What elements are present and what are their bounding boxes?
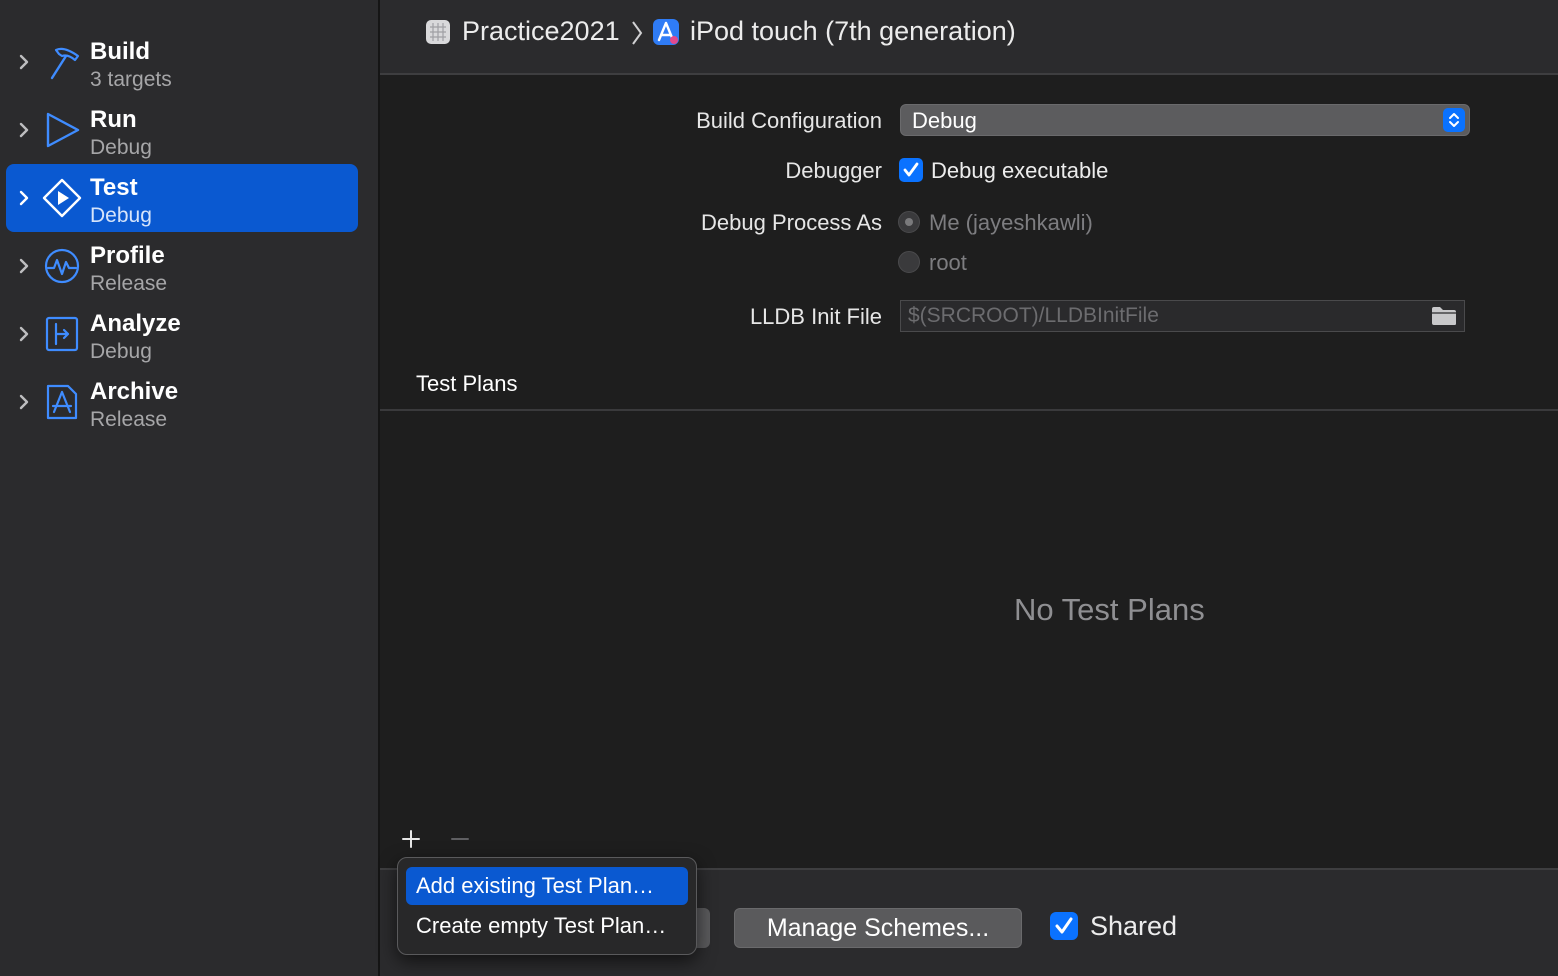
sidebar-item-subtitle: Release (90, 408, 168, 431)
radio-root-label: root (929, 250, 967, 275)
breadcrumb-destination[interactable]: iPod touch (7th generation) (690, 16, 1016, 47)
sidebar-item-test[interactable]: Test Debug (6, 164, 358, 232)
menu-item-add-existing[interactable]: Add existing Test Plan… (406, 867, 688, 905)
menu-item-label: Add existing Test Plan… (416, 873, 655, 898)
debug-process-as-label: Debug Process As (701, 210, 882, 235)
debug-executable-label: Debug executable (931, 158, 1109, 183)
sidebar-item-analyze[interactable]: Analyze Debug (6, 300, 358, 368)
sidebar-item-subtitle: Debug (90, 340, 152, 363)
radio-selected-dot (905, 218, 913, 226)
sidebar-item-title: Profile (90, 242, 165, 269)
build-configuration-select[interactable]: Debug (900, 104, 1470, 136)
sidebar-item-build[interactable]: Build 3 targets (6, 28, 358, 96)
sidebar-item-title: Test (90, 174, 138, 201)
build-configuration-value: Debug (912, 108, 977, 133)
sidebar-item-subtitle: Debug (90, 204, 152, 227)
debug-executable-checkbox[interactable] (899, 158, 923, 182)
checkmark-icon (1055, 917, 1073, 934)
test-diamond-icon (42, 178, 82, 218)
test-plans-title: Test Plans (416, 371, 518, 396)
archive-appstore-icon (46, 384, 78, 420)
scheme-action-sidebar: Build 3 targets Run Debug Test Debug Pro… (0, 0, 378, 976)
chevron-right-icon[interactable] (16, 118, 32, 142)
project-file-icon (426, 20, 450, 44)
breadcrumb-separator-icon (632, 21, 643, 45)
radio-me-label: Me (jayeshkawli) (929, 210, 1093, 235)
shared-checkbox[interactable] (1050, 912, 1078, 940)
add-test-plan-menu: Add existing Test Plan… Create empty Tes… (397, 857, 697, 955)
menu-item-label: Create empty Test Plan… (416, 913, 667, 938)
sidebar-item-title: Run (90, 106, 137, 133)
radio-me[interactable] (898, 211, 920, 233)
analyze-icon (45, 316, 79, 352)
radio-root[interactable] (898, 251, 920, 273)
remove-test-plan-button[interactable] (450, 826, 470, 852)
lldb-init-file-input[interactable]: $(SRCROOT)/LLDBInitFile (900, 300, 1465, 332)
sidebar-item-archive[interactable]: Archive Release (6, 368, 358, 436)
sidebar-item-run[interactable]: Run Debug (6, 96, 358, 164)
sidebar-item-subtitle: Release (90, 272, 168, 295)
breadcrumb: Practice2021 iPod touch (7th generation) (380, 0, 1558, 75)
manage-schemes-button[interactable]: Manage Schemes... (734, 908, 1022, 948)
chevron-right-icon[interactable] (16, 50, 32, 74)
folder-icon[interactable] (1430, 305, 1458, 327)
sidebar-item-title: Analyze (90, 310, 181, 337)
chevron-right-icon[interactable] (16, 390, 32, 414)
no-test-plans-message: No Test Plans (1014, 592, 1205, 627)
sidebar-item-profile[interactable]: Profile Release (6, 232, 358, 300)
add-test-plan-button[interactable] (400, 826, 422, 852)
chevron-right-icon[interactable] (16, 322, 32, 346)
ios-app-icon (653, 19, 679, 45)
sidebar-item-subtitle: Debug (90, 136, 152, 159)
instruments-waveform-icon (44, 248, 80, 284)
select-stepper-icon (1443, 108, 1465, 132)
chevron-right-icon[interactable] (16, 186, 32, 210)
sidebar-item-title: Build (90, 38, 150, 65)
chevron-right-icon[interactable] (16, 254, 32, 278)
sidebar-item-subtitle: 3 targets (90, 68, 172, 91)
sidebar-item-title: Archive (90, 378, 179, 405)
lldb-init-file-label: LLDB Init File (749, 304, 882, 329)
menu-item-create-empty[interactable]: Create empty Test Plan… (406, 907, 688, 945)
hammer-icon (50, 47, 80, 80)
section-divider (380, 409, 1558, 411)
checkmark-icon (903, 162, 919, 177)
lldb-init-file-placeholder: $(SRCROOT)/LLDBInitFile (908, 304, 1159, 327)
sidebar-divider (378, 0, 380, 976)
play-icon (46, 112, 80, 148)
shared-label: Shared (1090, 911, 1178, 941)
breadcrumb-project[interactable]: Practice2021 (462, 16, 620, 47)
debugger-label: Debugger (785, 158, 882, 183)
build-configuration-label: Build Configuration (696, 108, 882, 133)
manage-schemes-label: Manage Schemes... (766, 914, 990, 942)
